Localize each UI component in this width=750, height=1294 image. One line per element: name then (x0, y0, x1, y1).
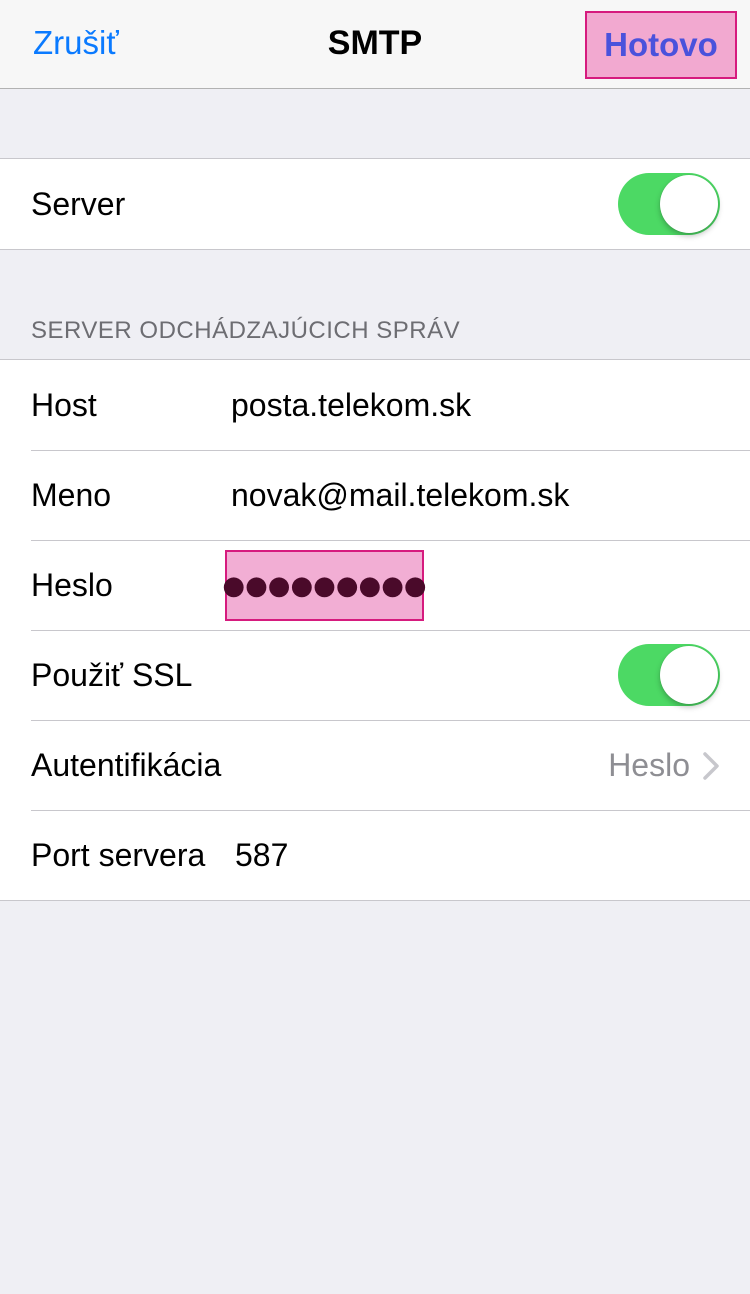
password-field[interactable]: ●●●●●●●●● (222, 550, 427, 621)
section-header-outgoing: SERVER ODCHÁDZAJÚCICH SPRÁV (31, 317, 461, 344)
port-label: Port servera (31, 836, 206, 873)
password-label: Heslo (31, 566, 113, 603)
outgoing-server-group: Host posta.telekom.sk Meno novak@mail.te… (0, 359, 750, 901)
name-label: Meno (31, 476, 112, 513)
authentication-label: Autentifikácia (31, 746, 222, 783)
name-field[interactable]: novak@mail.telekom.sk (231, 477, 569, 514)
ssl-row: Použiť SSL (0, 630, 750, 720)
authentication-row[interactable]: Autentifikácia Heslo (0, 720, 750, 810)
host-row[interactable]: Host posta.telekom.sk (0, 360, 750, 450)
port-row[interactable]: Port servera 587 (0, 810, 750, 900)
authentication-value: Heslo (608, 746, 690, 783)
password-row[interactable]: Heslo ●●●●●●●●● (0, 540, 750, 630)
ssl-toggle[interactable] (618, 644, 720, 706)
host-label: Host (31, 386, 97, 423)
port-field[interactable]: 587 (235, 837, 288, 874)
chevron-right-icon (703, 752, 719, 780)
navigation-bar: Zrušiť SMTP Hotovo (0, 0, 750, 89)
cancel-button[interactable]: Zrušiť (33, 24, 119, 62)
ssl-label: Použiť SSL (31, 656, 193, 693)
server-toggle[interactable] (618, 173, 720, 235)
name-row[interactable]: Meno novak@mail.telekom.sk (0, 450, 750, 540)
password-dots: ●●●●●●●●● (222, 570, 427, 601)
server-row: Server (0, 159, 750, 249)
done-button[interactable]: Hotovo (585, 11, 737, 79)
server-group: Server (0, 158, 750, 250)
server-toggle-knob (660, 175, 718, 233)
server-label: Server (31, 185, 126, 222)
ssl-toggle-knob (660, 646, 718, 704)
host-field[interactable]: posta.telekom.sk (231, 387, 471, 424)
